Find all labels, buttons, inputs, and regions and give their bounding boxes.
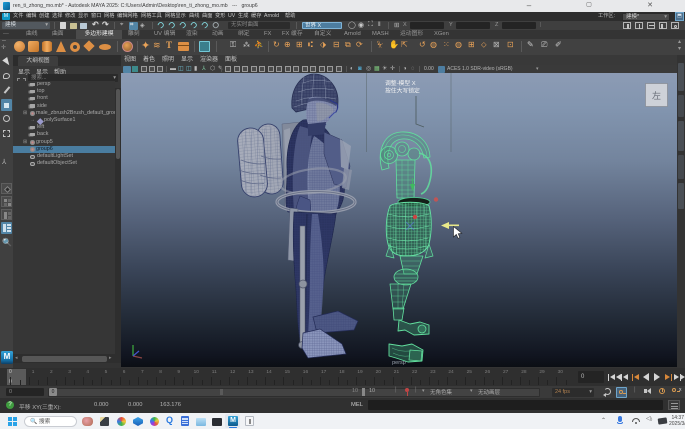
- svg-text:persp: persp: [392, 360, 406, 366]
- svg-text:左: 左: [652, 90, 661, 101]
- svg-text:调整-模型 X: 调整-模型 X: [385, 79, 416, 87]
- svg-text:按住大写锁定: 按住大写锁定: [385, 87, 420, 95]
